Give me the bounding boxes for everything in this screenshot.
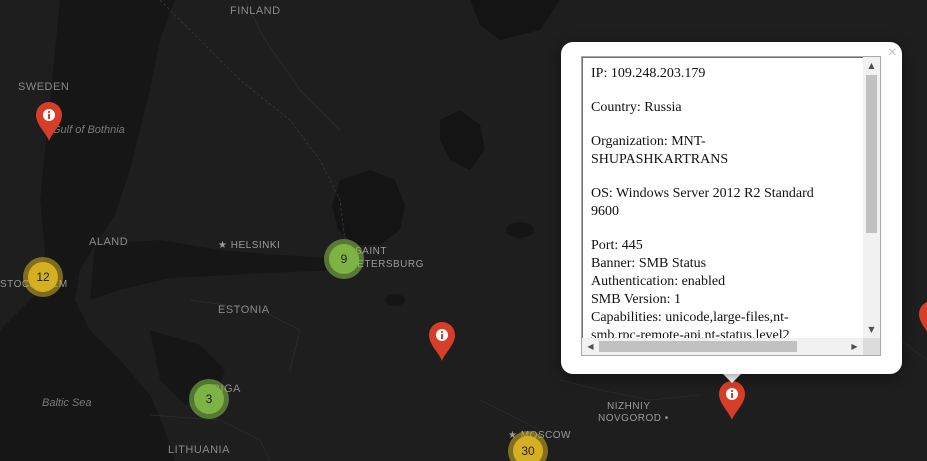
map-marker-selected[interactable] bbox=[717, 380, 747, 420]
horizontal-scroll-thumb[interactable] bbox=[599, 341, 797, 352]
map-label-sweden: SWEDEN bbox=[18, 81, 70, 93]
cluster-count: 9 bbox=[329, 244, 359, 274]
map-marker[interactable] bbox=[34, 101, 64, 141]
cluster-count: 3 bbox=[194, 384, 224, 414]
city-dot-icon: ★ bbox=[218, 240, 231, 251]
map-label-lithuania: LITHUANIA bbox=[168, 444, 230, 456]
scrollbar-corner bbox=[863, 338, 880, 355]
map-canvas[interactable]: FINLAND SWEDEN Gulf of Bothnia ALAND ★ H… bbox=[0, 0, 927, 461]
banner-line: Banner: SMB Status bbox=[591, 256, 707, 271]
banner-block: Port: 445 Banner: SMB Status Authenticat… bbox=[591, 237, 861, 345]
map-label-novgorod: NOVGOROD • bbox=[598, 413, 669, 424]
info-popup: × IP: 109.248.203.179 Country: Russia Or… bbox=[561, 42, 902, 374]
map-label-finland: FINLAND bbox=[230, 5, 281, 17]
scroll-right-icon[interactable]: ▶ bbox=[846, 338, 863, 355]
organization-text-2: SHUPASHKARTRANS bbox=[591, 152, 729, 167]
city-dot-icon: • bbox=[661, 413, 669, 424]
info-icon bbox=[719, 381, 745, 420]
map-label-nizhniy: NIZHNIY bbox=[607, 401, 651, 412]
capabilities-line: Capabilities: unicode,large-files,nt- bbox=[591, 310, 789, 325]
auth-line: Authentication: enabled bbox=[591, 274, 726, 289]
os-text-2: 9600 bbox=[591, 204, 619, 219]
map-label-estonia: ESTONIA bbox=[218, 304, 270, 316]
map-label-aland: ALAND bbox=[89, 236, 129, 248]
vertical-scroll-thumb[interactable] bbox=[866, 75, 877, 233]
map-marker[interactable] bbox=[427, 321, 457, 361]
map-label-baltic-sea: Baltic Sea bbox=[42, 397, 92, 409]
novgorod-text: NOVGOROD bbox=[598, 413, 662, 424]
map-label-helsinki: ★ HELSINKI bbox=[218, 240, 280, 251]
organization-line: Organization: MNT- SHUPASHKARTRANS bbox=[591, 133, 861, 169]
ip-line: IP: 109.248.203.179 bbox=[591, 66, 706, 81]
map-marker-partial[interactable] bbox=[917, 300, 927, 340]
scroll-up-icon[interactable]: ▲ bbox=[863, 57, 880, 74]
scroll-down-icon[interactable]: ▼ bbox=[863, 321, 880, 338]
cluster-marker-stockholm[interactable]: 12 bbox=[23, 257, 63, 297]
info-icon bbox=[429, 322, 455, 361]
cluster-marker-spb[interactable]: 9 bbox=[324, 239, 364, 279]
port-line: Port: 445 bbox=[591, 238, 643, 253]
os-text-1: OS: Windows Server 2012 R2 Standard bbox=[591, 186, 814, 201]
host-details-content: IP: 109.248.203.179 Country: Russia Orga… bbox=[591, 65, 861, 345]
close-icon[interactable]: × bbox=[888, 44, 897, 62]
smb-version-line: SMB Version: 1 bbox=[591, 292, 681, 307]
cluster-count: 30 bbox=[513, 436, 543, 461]
info-icon bbox=[919, 302, 927, 332]
host-details-textarea[interactable]: IP: 109.248.203.179 Country: Russia Orga… bbox=[581, 56, 881, 356]
scroll-left-icon[interactable]: ◀ bbox=[582, 338, 599, 355]
vertical-scrollbar[interactable]: ▲ ▼ bbox=[863, 57, 880, 338]
os-line: OS: Windows Server 2012 R2 Standard 9600 bbox=[591, 185, 861, 221]
helsinki-text: HELSINKI bbox=[230, 240, 281, 251]
horizontal-scrollbar[interactable]: ◀ ▶ bbox=[582, 338, 863, 355]
cluster-count: 12 bbox=[28, 262, 58, 292]
info-icon bbox=[36, 102, 62, 141]
cluster-marker-riga[interactable]: 3 bbox=[189, 379, 229, 419]
organization-text-1: Organization: MNT- bbox=[591, 134, 706, 149]
country-line: Country: Russia bbox=[591, 100, 682, 115]
